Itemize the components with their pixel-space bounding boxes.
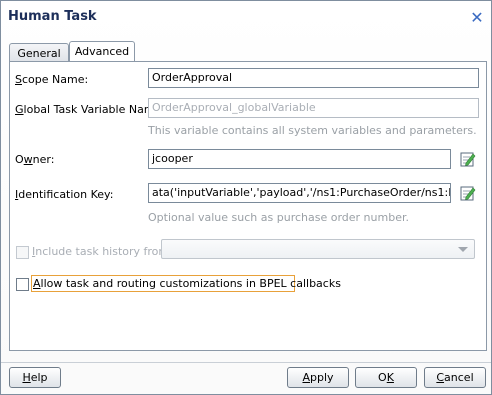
identification-key-label-text: dentification Key:	[18, 188, 114, 201]
include-history-checkbox	[16, 246, 29, 259]
apply-label-text: pply	[310, 371, 334, 384]
identification-key-hint: Optional value such as purchase order nu…	[148, 211, 409, 224]
apply-mnemonic: A	[302, 371, 310, 384]
owner-label-pre: O	[15, 153, 24, 166]
owner-label-text: ner:	[32, 153, 55, 166]
chevron-down-icon	[458, 247, 468, 252]
title-bar: Human Task ✕	[1, 1, 491, 35]
tab-advanced-label: Advanced	[74, 45, 130, 58]
global-task-variable-label: Global Task Variable Name:	[15, 103, 165, 116]
human-task-dialog: Human Task ✕ General Advanced Scope Name…	[0, 0, 492, 395]
global-task-variable-hint: This variable contains all system variab…	[148, 124, 477, 137]
identification-key-label: Identification Key:	[15, 188, 113, 201]
scope-name-mnemonic: S	[15, 73, 22, 86]
close-icon[interactable]: ✕	[469, 10, 485, 26]
advanced-panel: Scope Name: OrderApproval Global Task Va…	[9, 61, 487, 351]
allow-customizations-label-text: llow task and routing customizations in …	[40, 277, 341, 290]
tab-advanced[interactable]: Advanced	[69, 41, 135, 62]
ok-label-pre: O	[378, 371, 387, 384]
owner-edit-icon[interactable]	[460, 151, 476, 167]
history-source-select	[161, 239, 475, 259]
allow-customizations-checkbox[interactable]	[16, 278, 29, 291]
footer-separator	[1, 362, 491, 363]
global-task-variable-mnemonic: G	[15, 103, 24, 116]
cancel-button[interactable]: Cancel	[424, 367, 486, 388]
include-history-label-text: nclude task history from:	[35, 245, 173, 258]
tab-general[interactable]: General	[9, 43, 69, 62]
cancel-mnemonic: C	[436, 371, 445, 384]
cancel-label-text: ancel	[444, 371, 474, 384]
help-mnemonic: H	[22, 371, 31, 384]
scope-name-label-text: cope Name:	[21, 73, 89, 86]
global-task-variable-input: OrderApproval_globalVariable	[148, 98, 479, 118]
ok-button[interactable]: OK	[355, 367, 417, 388]
ok-mnemonic: K	[386, 371, 394, 384]
global-task-variable-label-text: lobal Task Variable Name:	[23, 103, 166, 116]
apply-button[interactable]: Apply	[287, 367, 349, 388]
identification-key-edit-icon[interactable]	[460, 185, 476, 201]
owner-input[interactable]: jcooper	[148, 149, 451, 169]
allow-customizations-label[interactable]: Allow task and routing customizations in…	[33, 277, 341, 290]
scope-name-label: Scope Name:	[15, 73, 88, 86]
include-history-label: Include task history from:	[32, 245, 173, 258]
owner-label: Owner:	[15, 153, 54, 166]
owner-mnemonic: w	[23, 153, 33, 166]
dialog-title: Human Task	[8, 9, 97, 24]
help-button[interactable]: Help	[9, 367, 61, 388]
help-label-text: elp	[30, 371, 48, 384]
scope-name-input[interactable]: OrderApproval	[148, 68, 479, 88]
allow-customizations-mnemonic: A	[33, 277, 41, 290]
tab-general-label: General	[17, 47, 61, 60]
identification-key-input[interactable]: ata('inputVariable','payload','/ns1:Purc…	[148, 183, 451, 203]
